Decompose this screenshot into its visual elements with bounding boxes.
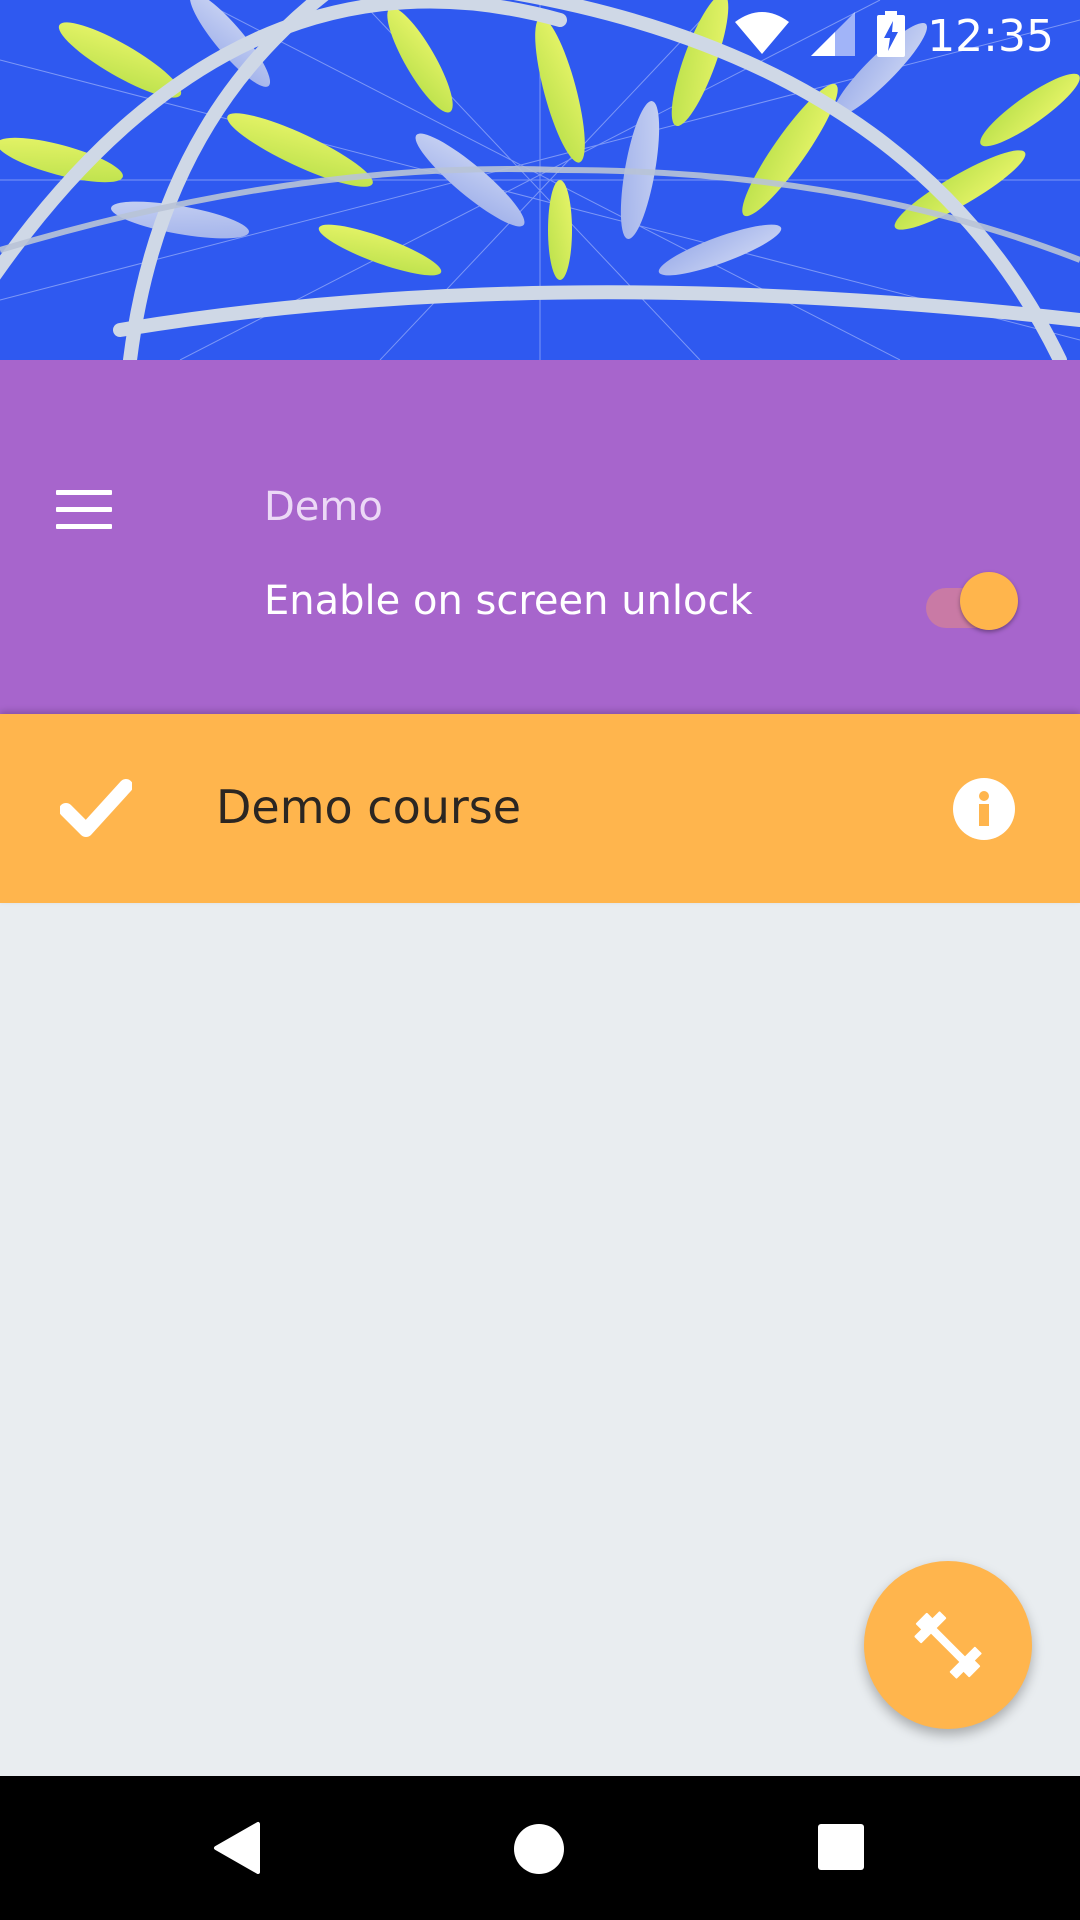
cell-signal-icon bbox=[811, 12, 856, 60]
start-workout-fab[interactable] bbox=[864, 1561, 1032, 1729]
page-title: Demo bbox=[264, 484, 383, 530]
status-time: 12:35 bbox=[927, 10, 1054, 62]
course-name: Demo course bbox=[216, 780, 522, 834]
menu-button[interactable] bbox=[40, 465, 128, 553]
wifi-icon bbox=[735, 12, 790, 60]
back-icon[interactable] bbox=[212, 1820, 262, 1876]
status-bar: 12:35 bbox=[0, 0, 1080, 72]
course-info-button[interactable] bbox=[953, 778, 1015, 840]
course-list-item[interactable]: Demo course bbox=[0, 714, 1080, 903]
system-nav-bar bbox=[0, 1776, 1080, 1920]
info-icon bbox=[979, 791, 989, 826]
battery-charging-icon bbox=[877, 11, 906, 61]
recents-icon[interactable] bbox=[818, 1824, 864, 1870]
home-icon[interactable] bbox=[514, 1824, 564, 1874]
menu-icon bbox=[56, 489, 112, 495]
unlock-toggle-label: Enable on screen unlock bbox=[264, 578, 753, 624]
app-header bbox=[0, 360, 1080, 714]
dumbbell-icon bbox=[914, 1611, 982, 1679]
unlock-toggle-switch[interactable] bbox=[920, 570, 1022, 634]
switch-thumb bbox=[960, 572, 1018, 630]
check-icon bbox=[60, 779, 132, 837]
